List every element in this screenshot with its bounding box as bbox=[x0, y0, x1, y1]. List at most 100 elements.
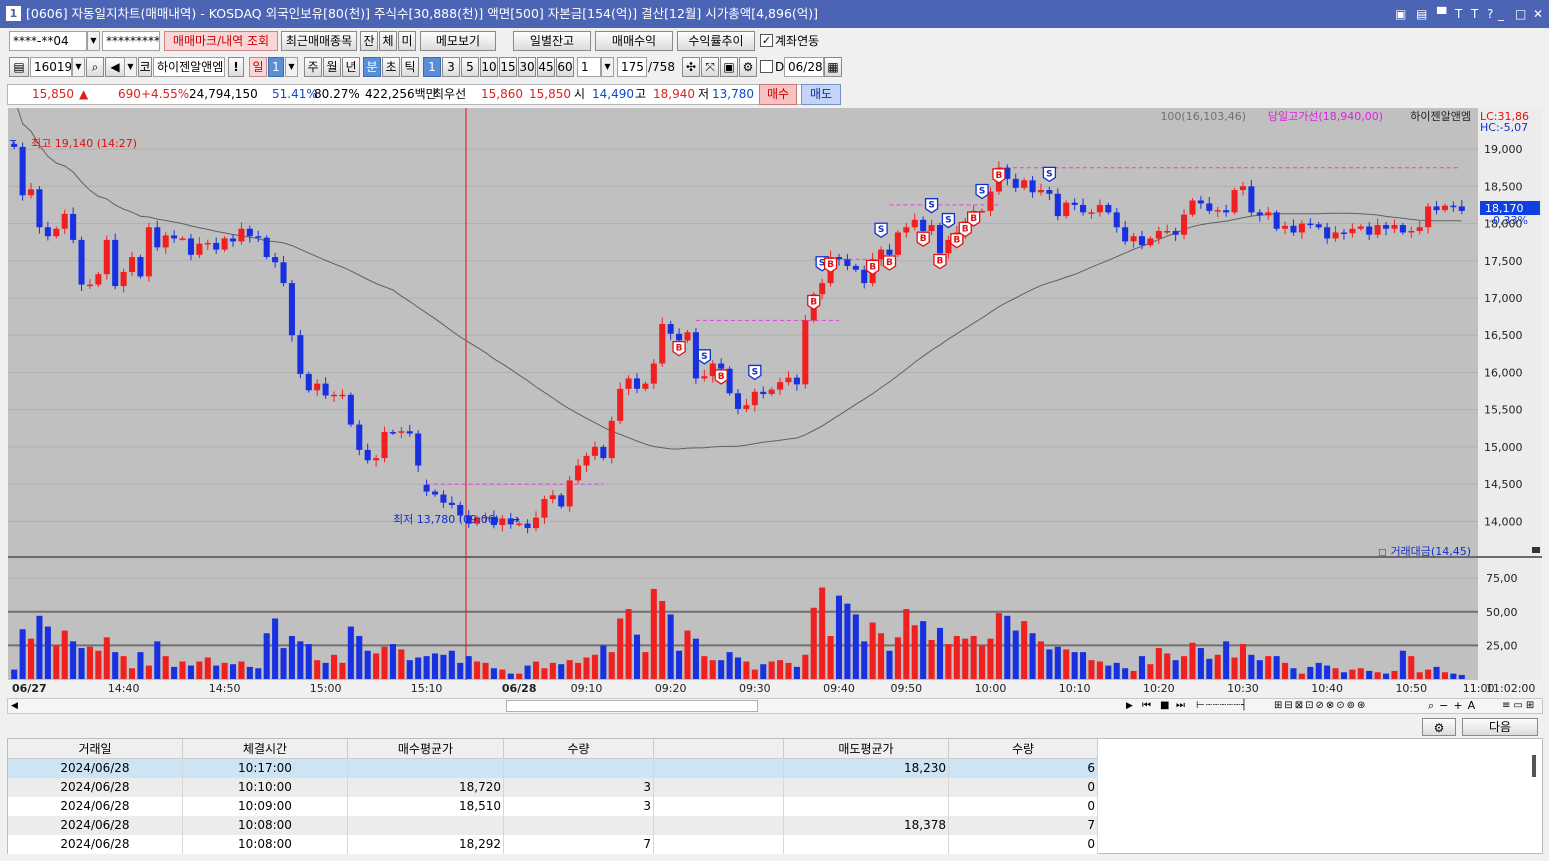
alert-button[interactable]: ! bbox=[228, 57, 244, 77]
executed-button[interactable]: 체 bbox=[379, 31, 397, 51]
draw-icon[interactable]: ⤧ bbox=[701, 57, 719, 77]
font-icon[interactable]: T bbox=[1455, 0, 1462, 28]
period-day-button[interactable]: 일 bbox=[249, 57, 267, 77]
code-dropdown-icon[interactable]: ▼ bbox=[72, 57, 85, 77]
candle-body bbox=[1223, 210, 1230, 213]
interval-60-button[interactable]: 60 bbox=[556, 57, 574, 77]
table-row[interactable]: 2024/06/28 10:17:00 18,230 6 bbox=[8, 759, 1098, 778]
layout-icon[interactable]: ▤ bbox=[1416, 0, 1427, 28]
memo-button[interactable]: 메모보기 bbox=[420, 31, 496, 51]
interval-input[interactable]: 1 bbox=[577, 57, 601, 77]
scroll-right-icon[interactable]: ▶ bbox=[1126, 699, 1133, 713]
interval-5-button[interactable]: 5 bbox=[461, 57, 479, 77]
scroll-left-icon[interactable]: ◀ bbox=[11, 699, 18, 713]
interval-10-button[interactable]: 10 bbox=[480, 57, 498, 77]
account-dropdown-icon[interactable]: ▼ bbox=[87, 31, 100, 51]
sound-icon[interactable]: ◀ bbox=[105, 57, 125, 77]
daily-balance-button[interactable]: 일별잔고 bbox=[513, 31, 591, 51]
col-date-header[interactable]: 거래일 bbox=[8, 739, 183, 759]
period-day-count[interactable]: 1 bbox=[268, 57, 284, 77]
candle-body bbox=[381, 432, 388, 459]
buy-button[interactable]: 매수 bbox=[759, 84, 797, 105]
bar-count-input[interactable]: 175 bbox=[617, 57, 647, 77]
stop-icon[interactable]: ■ bbox=[1160, 699, 1169, 713]
interval-15-button[interactable]: 15 bbox=[499, 57, 517, 77]
sound-dropdown-icon[interactable]: ▼ bbox=[124, 57, 137, 77]
period-week-button[interactable]: 주 bbox=[304, 57, 322, 77]
date-input[interactable]: 06/28 bbox=[784, 57, 824, 77]
font-small-icon[interactable]: T bbox=[1471, 0, 1478, 28]
last-icon[interactable]: ⏭ bbox=[1176, 699, 1185, 713]
unexecuted-button[interactable]: 미 bbox=[398, 31, 416, 51]
period-minute-button[interactable]: 분 bbox=[363, 57, 381, 77]
search-icon[interactable]: ⌕ bbox=[86, 57, 104, 77]
table-row[interactable]: 2024/06/28 10:08:00 18,378 7 bbox=[8, 816, 1098, 835]
profit-trend-button[interactable]: 수익률추이 bbox=[677, 31, 755, 51]
interval-30-button[interactable]: 30 bbox=[518, 57, 536, 77]
sell-mark-label: S bbox=[928, 201, 934, 211]
time-tick-label: 10:40 bbox=[1311, 682, 1343, 695]
col-buy-avg-header[interactable]: 매수평균가 bbox=[348, 739, 504, 759]
pin-icon[interactable]: ▀ bbox=[1437, 0, 1446, 28]
volume-bar bbox=[1256, 660, 1263, 679]
grid-settings-button[interactable]: ⚙ bbox=[1422, 718, 1456, 736]
day-count-dropdown-icon[interactable]: ▼ bbox=[285, 57, 298, 77]
zoom-tools-icon[interactable]: ⌕−+A bbox=[1428, 699, 1480, 713]
table-row[interactable]: 2024/06/28 10:10:00 18,720 3 0 bbox=[8, 778, 1098, 797]
trade-profit-button[interactable]: 매매수익 bbox=[595, 31, 673, 51]
interval-dropdown-icon[interactable]: ▼ bbox=[601, 57, 614, 77]
account-field[interactable]: ****-**04 bbox=[9, 31, 87, 51]
chart-tools-icon[interactable]: ⊞⊟⊠⊡⊘⊗⊙⊚⊛ bbox=[1274, 699, 1367, 713]
pane-close-icon[interactable] bbox=[1532, 547, 1540, 553]
date-checkbox[interactable] bbox=[760, 60, 773, 73]
stock-code-input[interactable]: 160190 bbox=[30, 57, 72, 77]
password-field[interactable]: ********* bbox=[102, 31, 160, 51]
col-sell-qty-header[interactable]: 수량 bbox=[949, 739, 1098, 759]
col-time-header[interactable]: 체결시간 bbox=[183, 739, 348, 759]
first-icon[interactable]: ⏮ bbox=[1142, 699, 1151, 713]
volume-bar bbox=[844, 603, 851, 679]
crosshair-icon[interactable]: ✣ bbox=[682, 57, 700, 77]
recent-stocks-button[interactable]: 최근매매종목 bbox=[281, 31, 357, 51]
candle-body bbox=[187, 238, 194, 255]
balance-button[interactable]: 잔 bbox=[360, 31, 378, 51]
close-icon[interactable]: ✕ bbox=[1533, 0, 1543, 28]
period-month-button[interactable]: 월 bbox=[323, 57, 341, 77]
candlestick-chart[interactable]: SB SBSBBSB BSBSBBSBBB S 19,00018,50018,0001… bbox=[0, 108, 1549, 700]
save-icon[interactable]: ▣ bbox=[720, 57, 738, 77]
time-tick-label: 10:00 bbox=[975, 682, 1007, 695]
period-second-button[interactable]: 초 bbox=[382, 57, 400, 77]
next-button[interactable]: 다음 bbox=[1462, 718, 1538, 736]
chart-scrollbar[interactable]: ◀ ▶ ⏮ ■ ⏭ ⊢┈┈┈┈┈┤ ⊞⊟⊠⊡⊘⊗⊙⊚⊛ ⌕−+A ≡▭⊞ bbox=[7, 698, 1543, 714]
zoom-ruler-icon[interactable]: ⊢┈┈┈┈┈┤ bbox=[1196, 699, 1248, 713]
account-link-checkbox[interactable]: ✓ bbox=[760, 34, 773, 47]
candle-body bbox=[1450, 205, 1457, 208]
period-year-button[interactable]: 년 bbox=[342, 57, 360, 77]
chart-type-icon[interactable]: ▤ bbox=[9, 57, 29, 77]
grid-scrollbar-thumb[interactable] bbox=[1532, 755, 1536, 777]
time-tick-label: 09:50 bbox=[890, 682, 922, 695]
interval-1-button[interactable]: 1 bbox=[423, 57, 441, 77]
panel-tools-icon[interactable]: ≡▭⊞ bbox=[1502, 699, 1537, 713]
col-sell-avg-header[interactable]: 매도평균가 bbox=[784, 739, 949, 759]
calendar-icon[interactable]: ▦ bbox=[824, 57, 842, 77]
table-row[interactable]: 2024/06/28 10:09:00 18,510 3 0 bbox=[8, 797, 1098, 816]
maximize-icon[interactable]: □ bbox=[1515, 0, 1526, 28]
minimize-icon[interactable]: _ bbox=[1498, 0, 1504, 28]
low-price: 13,780 bbox=[712, 87, 754, 101]
settings-icon[interactable]: ⚙ bbox=[739, 57, 757, 77]
interval-3-button[interactable]: 3 bbox=[442, 57, 460, 77]
help-icon[interactable]: ? bbox=[1487, 0, 1493, 28]
volume-bar bbox=[970, 635, 977, 679]
table-row[interactable]: 2024/06/28 10:08:00 18,292 7 0 bbox=[8, 835, 1098, 854]
volume-bar bbox=[347, 626, 354, 679]
col-buy-qty-header[interactable]: 수량 bbox=[504, 739, 654, 759]
sell-button[interactable]: 매도 bbox=[801, 84, 841, 105]
volume-bar bbox=[246, 666, 253, 679]
interval-45-button[interactable]: 45 bbox=[537, 57, 555, 77]
scroll-thumb[interactable] bbox=[506, 700, 758, 712]
period-tick-button[interactable]: 틱 bbox=[401, 57, 419, 77]
candle-body bbox=[1063, 202, 1070, 217]
mark-query-button[interactable]: 매매마크/내역 조회 bbox=[164, 31, 278, 51]
screen-icon[interactable]: ▣ bbox=[1395, 0, 1406, 28]
